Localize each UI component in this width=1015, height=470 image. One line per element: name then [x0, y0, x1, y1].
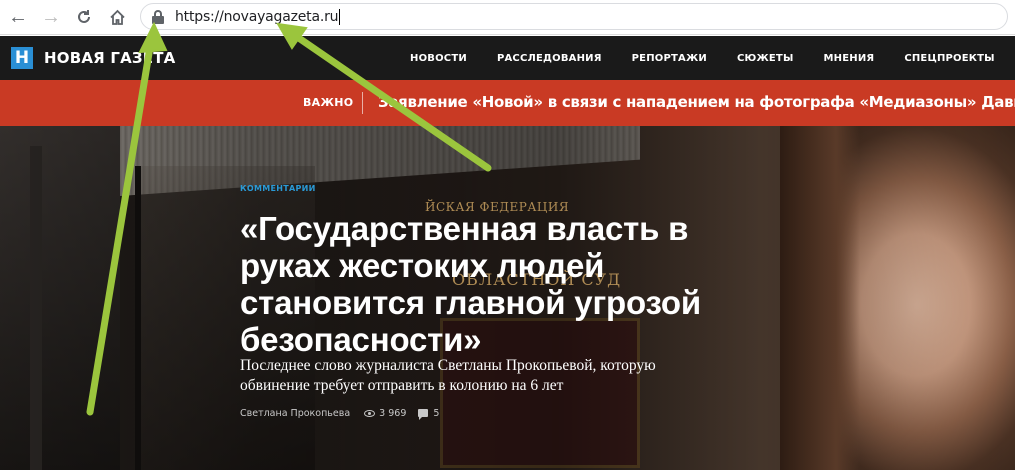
- menu-item-investigations[interactable]: РАССЛЕДОВАНИЯ: [497, 53, 602, 64]
- forward-button[interactable]: →: [36, 2, 66, 32]
- home-button[interactable]: [102, 2, 132, 32]
- menu-item-reports[interactable]: РЕПОРТАЖИ: [632, 53, 707, 64]
- address-bar[interactable]: https://novayagazeta.ru: [140, 3, 1008, 30]
- comments-count[interactable]: 5: [433, 408, 439, 419]
- home-icon: [109, 9, 125, 25]
- logo-text[interactable]: НОВАЯ ГАЗЕТА: [44, 49, 175, 67]
- alert-headline-link[interactable]: Заявление «Новой» в связи с нападением н…: [378, 93, 1015, 111]
- article-category[interactable]: КОММЕНТАРИИ: [240, 184, 316, 193]
- site-header: Н НОВАЯ ГАЗЕТА НОВОСТИ РАССЛЕДОВАНИЯ РЕП…: [0, 36, 1015, 80]
- lock-icon[interactable]: [152, 9, 164, 24]
- menu-item-special-projects[interactable]: СПЕЦПРОЕКТЫ: [904, 53, 994, 64]
- breaking-news-bar: ВАЖНО Заявление «Новой» в связи с нападе…: [0, 80, 1015, 126]
- reload-button[interactable]: [69, 2, 99, 32]
- alert-label: ВАЖНО: [303, 96, 354, 109]
- menu-item-news[interactable]: НОВОСТИ: [410, 53, 467, 64]
- eye-icon: [364, 409, 376, 417]
- article-headline[interactable]: «Государственная власть в руках жестоких…: [240, 210, 740, 358]
- main-menu: НОВОСТИ РАССЛЕДОВАНИЯ РЕПОРТАЖИ СЮЖЕТЫ М…: [410, 36, 1015, 80]
- text-caret: [339, 8, 341, 25]
- comment-icon: [418, 409, 429, 420]
- headline-line-2: руках жестоких людей: [240, 247, 605, 284]
- back-button[interactable]: ←: [3, 2, 33, 32]
- browser-toolbar: ← → https://novayagazeta.ru: [0, 0, 1015, 35]
- reload-icon: [78, 10, 90, 23]
- headline-line-1: «Государственная власть в: [240, 210, 689, 247]
- alert-divider: [362, 92, 363, 114]
- menu-item-opinions[interactable]: МНЕНИЯ: [824, 53, 875, 64]
- headline-line-4: безопасности»: [240, 321, 482, 358]
- arrow-left-icon: ←: [8, 5, 28, 28]
- headline-line-3: становится главной угрозой: [240, 284, 701, 321]
- url-text[interactable]: https://novayagazeta.ru: [175, 9, 339, 25]
- article-lead[interactable]: Последнее слово журналиста Светланы Прок…: [240, 356, 720, 396]
- logo-icon[interactable]: Н: [11, 47, 33, 69]
- views-count: 3 969: [379, 407, 407, 419]
- menu-item-stories[interactable]: СЮЖЕТЫ: [737, 53, 794, 64]
- article-author[interactable]: Светлана Прокопьева: [240, 408, 350, 419]
- article-meta: Светлана Прокопьева 3 969 5: [240, 406, 439, 420]
- arrow-right-icon: →: [41, 5, 61, 28]
